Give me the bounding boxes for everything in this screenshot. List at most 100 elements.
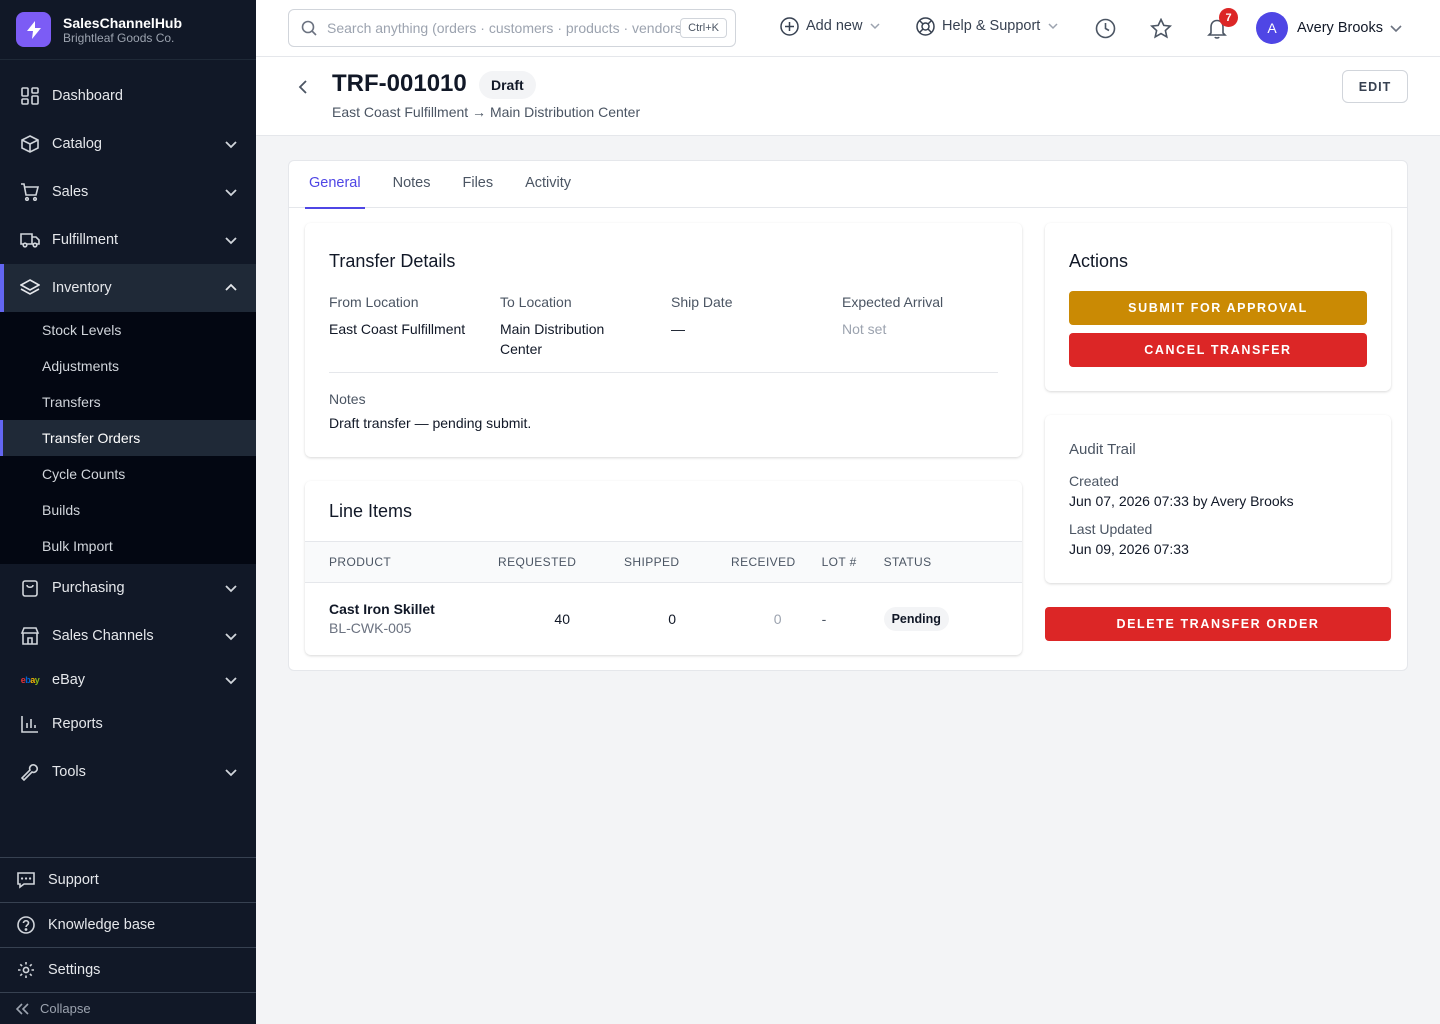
sidebar-item-label: Tools [52, 764, 86, 780]
to-location-field: To Location Main Distribution Center [500, 294, 640, 359]
sidebar-item-ebay[interactable]: ebay eBay [0, 660, 256, 700]
box-icon [20, 134, 40, 154]
chevron-down-icon [225, 237, 237, 245]
cancel-transfer-button[interactable]: CANCEL TRANSFER [1069, 333, 1367, 367]
sidebar-subitem-adjustments[interactable]: Adjustments [0, 348, 256, 384]
product-name: Cast Iron Skillet [329, 601, 435, 618]
chat-icon [16, 870, 36, 890]
history-button[interactable] [1093, 16, 1117, 40]
add-new-label: Add new [806, 18, 863, 34]
submit-for-approval-button[interactable]: SUBMIT FOR APPROVAL [1069, 291, 1367, 325]
search-icon [301, 20, 317, 36]
tab-notes[interactable]: Notes [389, 161, 435, 208]
sidebar-subitem-bulk-import[interactable]: Bulk Import [0, 528, 256, 564]
expected-arrival-value: Not set [842, 321, 887, 337]
cart-icon [20, 182, 40, 202]
chevron-down-icon [225, 677, 237, 685]
column-header-requested: REQUESTED [473, 541, 577, 583]
chevron-down-icon [225, 585, 237, 593]
bar-chart-icon [20, 714, 40, 734]
sidebar-item-sales-channels[interactable]: Sales Channels [0, 612, 256, 660]
actions-card: Actions SUBMIT FOR APPROVAL CANCEL TRANS… [1045, 223, 1391, 391]
sidebar-item-label: eBay [52, 672, 86, 688]
tab-files[interactable]: Files [458, 161, 497, 208]
global-search[interactable]: Ctrl+K [288, 9, 736, 47]
table-row[interactable]: Cast Iron Skillet BL-CWK-005 40 0 0 - Pe… [305, 583, 1022, 655]
tab-bar: General Notes Files Activity [289, 161, 1407, 209]
favorites-button[interactable] [1149, 16, 1173, 40]
sidebar-subitem-builds[interactable]: Builds [0, 492, 256, 528]
lot-cell: - [821, 610, 827, 627]
keyboard-shortcut: Ctrl+K [680, 18, 727, 38]
sidebar-footer: Support Knowledge base Settings Collapse [0, 857, 256, 1024]
audit-trail-title: Audit Trail [1069, 441, 1136, 458]
tab-general[interactable]: General [305, 161, 365, 209]
sidebar-item-dashboard[interactable]: Dashboard [0, 72, 256, 120]
settings-label: Settings [48, 962, 101, 978]
sidebar-subitem-cycle-counts[interactable]: Cycle Counts [0, 456, 256, 492]
sidebar-item-sales[interactable]: Sales [0, 168, 256, 216]
notification-count-badge: 7 [1219, 8, 1238, 27]
help-support-button[interactable]: Help & Support [916, 16, 1058, 36]
ship-date-value: — [671, 321, 685, 337]
requested-cell: 40 [554, 610, 570, 627]
lightning-logo-icon [16, 12, 51, 47]
page-title: TRF-001010 [332, 70, 467, 97]
audit-trail-card: Audit Trail Created Jun 07, 2026 07:33 b… [1045, 415, 1391, 583]
sidebar-subitem-transfer-orders[interactable]: Transfer Orders [0, 420, 256, 456]
layers-icon [20, 278, 40, 298]
transfer-details-title: Transfer Details [329, 251, 456, 271]
last-updated-label: Last Updated [1069, 521, 1153, 537]
shipped-cell: 0 [668, 610, 676, 627]
user-name: Avery Brooks [1297, 20, 1383, 36]
collapse-sidebar-button[interactable]: Collapse [0, 992, 256, 1024]
user-menu[interactable]: A Avery Brooks [1256, 12, 1402, 44]
avatar: A [1256, 12, 1288, 44]
sidebar-subitem-stock-levels[interactable]: Stock Levels [0, 312, 256, 348]
star-icon [1150, 17, 1172, 38]
store-icon [20, 626, 40, 646]
bag-icon [20, 578, 40, 598]
tab-activity[interactable]: Activity [521, 161, 575, 208]
table-header-row: PRODUCT REQUESTED SHIPPED RECEIVED LOT #… [305, 541, 1022, 583]
plus-circle-icon [780, 16, 800, 36]
sidebar-subitem-transfers[interactable]: Transfers [0, 384, 256, 420]
add-new-button[interactable]: Add new [780, 16, 880, 36]
sidebar-item-inventory[interactable]: Inventory [0, 264, 256, 312]
from-location-field: From Location East Coast Fulfillment [329, 294, 489, 339]
sidebar-item-label: Inventory [52, 280, 112, 296]
settings-link[interactable]: Settings [0, 947, 256, 992]
chevron-down-icon [225, 769, 237, 777]
sidebar-item-fulfillment[interactable]: Fulfillment [0, 216, 256, 264]
knowledge-base-link[interactable]: Knowledge base [0, 902, 256, 947]
column-header-received: RECEIVED [684, 541, 796, 583]
chevron-down-icon [1390, 25, 1402, 33]
sidebar-item-purchasing[interactable]: Purchasing [0, 564, 256, 612]
collapse-label: Collapse [40, 1001, 91, 1016]
notifications-button[interactable]: 7 [1205, 8, 1238, 40]
sidebar-item-tools[interactable]: Tools [0, 748, 256, 796]
back-arrow-icon[interactable] [296, 79, 312, 95]
expected-arrival-field: Expected Arrival Not set [842, 294, 1002, 339]
chevron-down-icon [225, 141, 237, 149]
sidebar-item-reports[interactable]: Reports [0, 700, 256, 748]
help-label: Help & Support [942, 18, 1041, 34]
brand-name: SalesChannelHub [63, 14, 183, 31]
support-link[interactable]: Support [0, 857, 256, 902]
double-chevron-left-icon [16, 1002, 29, 1015]
delete-transfer-order-button[interactable]: DELETE TRANSFER ORDER [1045, 607, 1391, 641]
sidebar-item-catalog[interactable]: Catalog [0, 120, 256, 168]
column-header-status: STATUS [883, 541, 1022, 583]
dashboard-icon [20, 86, 40, 106]
search-input[interactable] [327, 20, 681, 36]
received-cell: 0 [773, 610, 782, 627]
edit-button[interactable]: EDIT [1342, 70, 1408, 103]
sidebar-item-label: Catalog [52, 136, 102, 152]
expected-arrival-label: Expected Arrival [842, 294, 944, 310]
transfer-order-panel: General Notes Files Activity Transfer De… [288, 160, 1408, 671]
to-location-label: To Location [500, 294, 572, 310]
brand[interactable]: SalesChannelHub Brightleaf Goods Co. [0, 0, 256, 60]
column-header-shipped: SHIPPED [577, 541, 684, 583]
from-location-label: From Location [329, 294, 419, 310]
divider [329, 372, 998, 373]
